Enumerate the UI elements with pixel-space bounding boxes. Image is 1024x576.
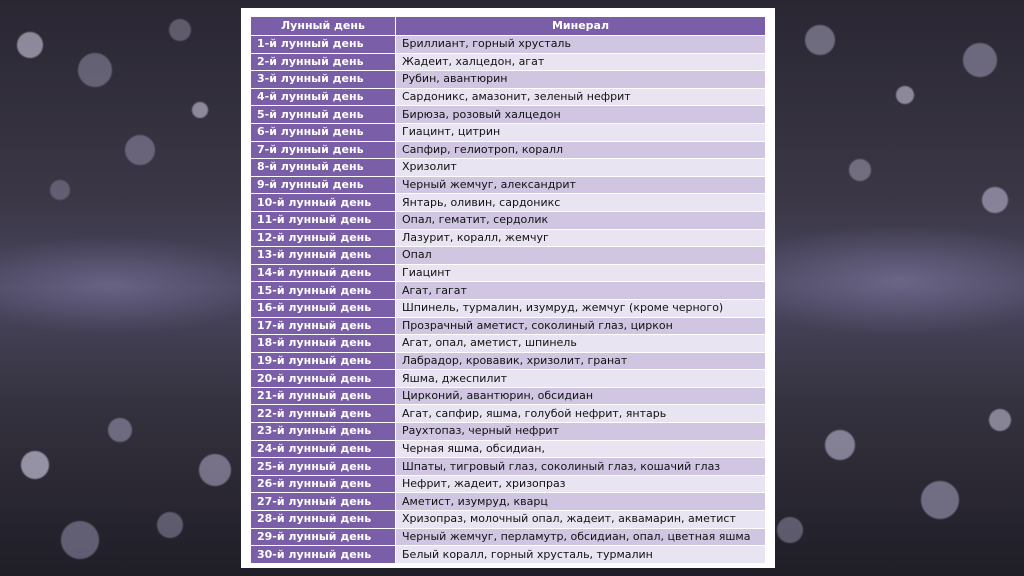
table-row: 17-й лунный день Прозрачный аметист, соко… xyxy=(250,316,766,336)
table-row: 10-й лунный день Янтарь, оливин, сардоник… xyxy=(250,193,766,212)
lunar-day-cell: 24-й лунный день xyxy=(250,439,396,459)
table-row: 1-й лунный день Бриллиант, горный хрустал… xyxy=(250,35,766,54)
lunar-day-cell: 10-й лунный день xyxy=(250,193,396,212)
header-lunar-day: Лунный день xyxy=(250,16,396,36)
lunar-day-cell: 23-й лунный день xyxy=(250,422,396,441)
table-row: 18-й лунный день Агат, опал, аметист, шпи… xyxy=(250,334,766,353)
lunar-day-cell: 7-й лунный день xyxy=(250,140,396,160)
lunar-day-cell: 27-й лунный день xyxy=(250,492,396,512)
lunar-day-cell: 29-й лунный день xyxy=(250,527,396,547)
mineral-cell: Опал xyxy=(395,246,766,265)
mineral-cell: Бирюза, розовый халцедон xyxy=(395,105,766,124)
lunar-day-cell: 26-й лунный день xyxy=(250,474,396,494)
table-row: 4-й лунный день Сардоникс, амазонит, зеле… xyxy=(250,87,766,107)
lunar-day-cell: 19-й лунный день xyxy=(250,351,396,371)
lunar-day-cell: 30-й лунный день xyxy=(250,545,396,564)
table-row: 11-й лунный день Опал, гематит, сердолик xyxy=(250,210,766,230)
lunar-minerals-table: Лунный день Минерал 1-й лунный день Брилл… xyxy=(250,16,766,564)
mineral-cell: Бриллиант, горный хрусталь xyxy=(395,35,766,54)
lunar-day-cell: 4-й лунный день xyxy=(250,87,396,107)
mineral-cell: Агат, сапфир, яшма, голубой нефрит, янта… xyxy=(395,404,766,424)
mineral-cell: Гиацинт, цитрин xyxy=(395,122,766,142)
table-row: 30-й лунный день Белый коралл, горный хру… xyxy=(250,545,766,564)
mineral-cell: Лабрадор, кровавик, хризолит, гранат xyxy=(395,351,766,371)
mineral-cell: Рубин, авантюрин xyxy=(395,70,766,89)
table-row: 15-й лунный день Агат, гагат xyxy=(250,281,766,300)
table-panel: Лунный день Минерал 1-й лунный день Брилл… xyxy=(241,8,775,568)
lunar-day-cell: 1-й лунный день xyxy=(250,35,396,54)
mineral-cell: Гиацинт xyxy=(395,263,766,283)
lunar-day-cell: 8-й лунный день xyxy=(250,158,396,177)
mineral-cell: Черный жемчуг, перламутр, обсидиан, опал… xyxy=(395,527,766,547)
table-row: 19-й лунный день Лабрадор, кровавик, хриз… xyxy=(250,351,766,371)
table-row: 3-й лунный день Рубин, авантюрин xyxy=(250,70,766,89)
table-row: 29-й лунный день Черный жемчуг, перламутр… xyxy=(250,527,766,547)
mineral-cell: Прозрачный аметист, соколиный глаз, цирк… xyxy=(395,316,766,336)
table-row: 24-й лунный день Черная яшма, обсидиан, xyxy=(250,439,766,459)
table-row: 20-й лунный день Яшма, джеспилит xyxy=(250,369,766,388)
table-row: 22-й лунный день Агат, сапфир, яшма, голу… xyxy=(250,404,766,424)
table-row: 5-й лунный день Бирюза, розовый халцедон xyxy=(250,105,766,124)
table-header-row: Лунный день Минерал xyxy=(250,16,766,36)
mineral-cell: Сардоникс, амазонит, зеленый нефрит xyxy=(395,87,766,107)
header-mineral: Минерал xyxy=(395,16,766,36)
mineral-cell: Нефрит, жадеит, хризопраз xyxy=(395,474,766,494)
table-row: 6-й лунный день Гиацинт, цитрин xyxy=(250,122,766,142)
lunar-day-cell: 17-й лунный день xyxy=(250,316,396,336)
lunar-day-cell: 25-й лунный день xyxy=(250,457,396,476)
table-row: 12-й лунный день Лазурит, коралл, жемчуг xyxy=(250,228,766,248)
mineral-cell: Аметист, изумруд, кварц xyxy=(395,492,766,512)
mineral-cell: Шпинель, турмалин, изумруд, жемчуг (кром… xyxy=(395,298,766,318)
lunar-day-cell: 3-й лунный день xyxy=(250,70,396,89)
mineral-cell: Черный жемчуг, александрит xyxy=(395,175,766,195)
mineral-cell: Лазурит, коралл, жемчуг xyxy=(395,228,766,248)
mineral-cell: Хризопраз, молочный опал, жадеит, аквама… xyxy=(395,510,766,529)
table-row: 8-й лунный день Хризолит xyxy=(250,158,766,177)
mineral-cell: Яшма, джеспилит xyxy=(395,369,766,388)
table-row: 9-й лунный день Черный жемчуг, александри… xyxy=(250,175,766,195)
mineral-cell: Опал, гематит, сердолик xyxy=(395,210,766,230)
lunar-day-cell: 5-й лунный день xyxy=(250,105,396,124)
table-row: 16-й лунный день Шпинель, турмалин, изумр… xyxy=(250,298,766,318)
lunar-day-cell: 20-й лунный день xyxy=(250,369,396,388)
mineral-cell: Белый коралл, горный хрусталь, турмалин xyxy=(395,545,766,564)
table-row: 2-й лунный день Жадеит, халцедон, агат xyxy=(250,52,766,72)
lunar-day-cell: 12-й лунный день xyxy=(250,228,396,248)
table-row: 25-й лунный день Шпаты, тигровый глаз, со… xyxy=(250,457,766,476)
mineral-cell: Раухтопаз, черный нефрит xyxy=(395,422,766,441)
lunar-day-cell: 15-й лунный день xyxy=(250,281,396,300)
lunar-day-cell: 16-й лунный день xyxy=(250,298,396,318)
table-row: 23-й лунный день Раухтопаз, черный нефрит xyxy=(250,422,766,441)
table-row: 14-й лунный день Гиацинт xyxy=(250,263,766,283)
lunar-day-cell: 13-й лунный день xyxy=(250,246,396,265)
lunar-day-cell: 21-й лунный день xyxy=(250,386,396,406)
lunar-day-cell: 9-й лунный день xyxy=(250,175,396,195)
mineral-cell: Сапфир, гелиотроп, коралл xyxy=(395,140,766,160)
lunar-day-cell: 2-й лунный день xyxy=(250,52,396,72)
mineral-cell: Черная яшма, обсидиан, xyxy=(395,439,766,459)
mineral-cell: Цирконий, авантюрин, обсидиан xyxy=(395,386,766,406)
table-row: 26-й лунный день Нефрит, жадеит, хризопра… xyxy=(250,474,766,494)
lunar-day-cell: 11-й лунный день xyxy=(250,210,396,230)
mineral-cell: Агат, гагат xyxy=(395,281,766,300)
mineral-cell: Хризолит xyxy=(395,158,766,177)
mineral-cell: Жадеит, халцедон, агат xyxy=(395,52,766,72)
lunar-day-cell: 28-й лунный день xyxy=(250,510,396,529)
mineral-cell: Янтарь, оливин, сардоникс xyxy=(395,193,766,212)
table-row: 21-й лунный день Цирконий, авантюрин, обс… xyxy=(250,386,766,406)
lunar-day-cell: 22-й лунный день xyxy=(250,404,396,424)
table-row: 7-й лунный день Сапфир, гелиотроп, коралл xyxy=(250,140,766,160)
table-row: 13-й лунный день Опал xyxy=(250,246,766,265)
mineral-cell: Агат, опал, аметист, шпинель xyxy=(395,334,766,353)
mineral-cell: Шпаты, тигровый глаз, соколиный глаз, ко… xyxy=(395,457,766,476)
table-row: 28-й лунный день Хризопраз, молочный опал… xyxy=(250,510,766,529)
table-row: 27-й лунный день Аметист, изумруд, кварц xyxy=(250,492,766,512)
lunar-day-cell: 14-й лунный день xyxy=(250,263,396,283)
lunar-day-cell: 18-й лунный день xyxy=(250,334,396,353)
lunar-day-cell: 6-й лунный день xyxy=(250,122,396,142)
